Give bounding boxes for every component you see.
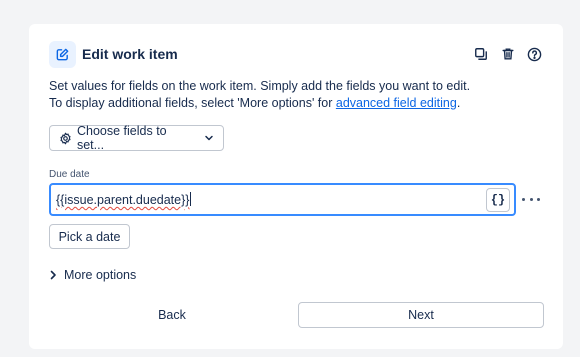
description-line-2-end: .	[456, 96, 461, 110]
choose-fields-button[interactable]: Choose fields to set...	[49, 124, 224, 152]
description-line-1: Set values for fields on the work item. …	[49, 79, 471, 93]
trash-icon[interactable]	[499, 46, 516, 63]
more-options-label: More options	[64, 268, 137, 282]
more-options-toggle[interactable]: More options	[49, 268, 136, 282]
advanced-field-editing-link[interactable]: advanced field editing	[336, 96, 457, 110]
header-actions	[472, 46, 543, 63]
description-line-2-text: To display additional fields, select 'Mo…	[49, 96, 336, 110]
edit-work-item-panel: Edit work item Set values for fields on …	[29, 24, 563, 349]
smart-value-button[interactable]: {}	[486, 187, 510, 212]
more-dot	[537, 197, 540, 201]
choose-fields-label: Choose fields to set...	[76, 124, 167, 152]
text-caret	[190, 192, 192, 206]
description: Set values for fields on the work item. …	[49, 78, 543, 112]
panel-header: Edit work item	[49, 40, 543, 68]
due-date-input[interactable]: {{issue.parent.duedate}}	[51, 192, 486, 207]
more-actions-icon[interactable]	[522, 192, 540, 206]
pencil-square-icon	[49, 40, 76, 68]
gear-icon	[60, 132, 71, 144]
due-date-input-wrapper: {{issue.parent.duedate}} {}	[49, 183, 516, 216]
next-button[interactable]: Next	[298, 302, 544, 328]
panel-title: Edit work item	[82, 46, 178, 62]
duplicate-icon[interactable]	[472, 46, 489, 63]
help-icon[interactable]	[526, 46, 543, 63]
due-date-input-value: {{issue.parent.duedate}}	[56, 193, 190, 207]
chevron-down-icon	[205, 135, 213, 141]
chevron-right-icon	[50, 270, 56, 280]
due-date-label: Due date	[49, 169, 90, 180]
more-dot	[529, 197, 533, 201]
back-button[interactable]: Back	[50, 302, 294, 328]
more-dot	[522, 197, 525, 201]
pick-a-date-button[interactable]: Pick a date	[49, 224, 130, 249]
description-line-2: To display additional fields, select 'Mo…	[49, 95, 543, 112]
